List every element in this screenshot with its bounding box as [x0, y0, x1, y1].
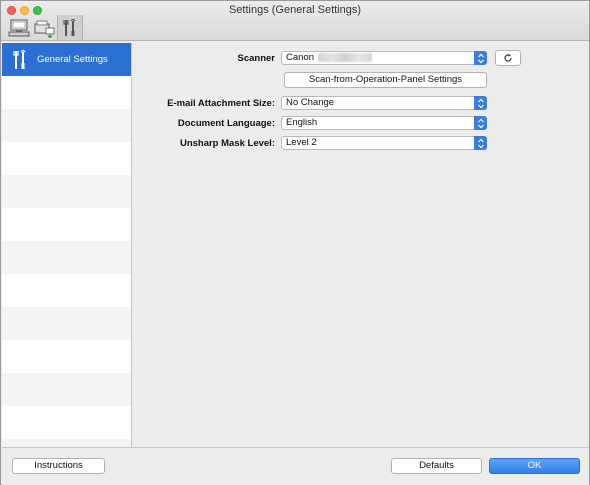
email-attachment-size-label: E-mail Attachment Size: [167, 98, 275, 109]
unsharp-mask-level-value: Level 2 [286, 137, 317, 148]
sidebar-empty-row [2, 175, 131, 208]
unsharp-mask-level-select[interactable]: Level 2 [281, 136, 487, 150]
email-attachment-size-select[interactable]: No Change [281, 96, 487, 110]
settings-sidebar: General Settings [2, 43, 132, 447]
sidebar-item-general-settings[interactable]: General Settings [2, 43, 131, 76]
instructions-button[interactable]: Instructions [12, 458, 105, 474]
chevron-up-down-icon [474, 96, 487, 110]
sidebar-empty-row [2, 340, 131, 373]
scanner-select[interactable]: Canon [281, 51, 487, 65]
scan-from-panel-icon [34, 20, 55, 38]
scanner-label: Scanner [237, 53, 276, 64]
refresh-scanner-button[interactable] [495, 50, 521, 66]
chevron-up-down-icon [474, 116, 487, 130]
general-settings-tools-icon [63, 18, 76, 36]
bottom-button-bar: Instructions Defaults OK [2, 447, 589, 485]
scanner-value: Canon [286, 52, 314, 63]
scan-from-operation-panel-settings-button[interactable]: Scan-from-Operation-Panel Settings [284, 72, 487, 88]
toolbar-tab-general-settings[interactable] [57, 15, 83, 40]
toolbar-tab-scan-from-computer[interactable] [7, 16, 31, 40]
title-bar: Settings (General Settings) [1, 1, 589, 41]
document-language-select[interactable]: English [281, 116, 487, 130]
general-settings-tools-icon [13, 49, 26, 69]
window-title: Settings (General Settings) [228, 4, 362, 16]
sidebar-empty-row [2, 76, 131, 109]
sidebar-empty-row [2, 109, 131, 142]
email-attachment-size-value: No Change [286, 97, 335, 108]
sidebar-empty-row [2, 241, 131, 274]
document-language-label: Document Language: [177, 118, 275, 129]
unsharp-mask-level-label: Unsharp Mask Level: [179, 138, 275, 149]
sidebar-empty-row [2, 373, 131, 406]
document-language-value: English [286, 117, 318, 128]
sidebar-empty-row [2, 142, 131, 175]
settings-content: Scanner Canon Scan-from-Operation-Panel … [133, 43, 589, 447]
settings-window: Settings (General Settings) General Sett… [0, 0, 590, 485]
toolbar-tab-scan-from-panel[interactable] [32, 16, 56, 40]
sidebar-empty-row [2, 307, 131, 340]
chevron-up-down-icon [474, 51, 487, 65]
sidebar-empty-row [2, 274, 131, 307]
defaults-button[interactable]: Defaults [391, 458, 482, 474]
scan-from-computer-icon [8, 19, 30, 37]
sidebar-empty-row [2, 439, 131, 447]
sidebar-empty-row [2, 208, 131, 241]
sidebar-empty-row [2, 406, 131, 439]
sidebar-item-label: General Settings [37, 54, 108, 65]
redacted-model-name [318, 52, 372, 62]
refresh-icon [504, 53, 512, 62]
chevron-up-down-icon [474, 136, 487, 150]
ok-button[interactable]: OK [489, 458, 580, 474]
